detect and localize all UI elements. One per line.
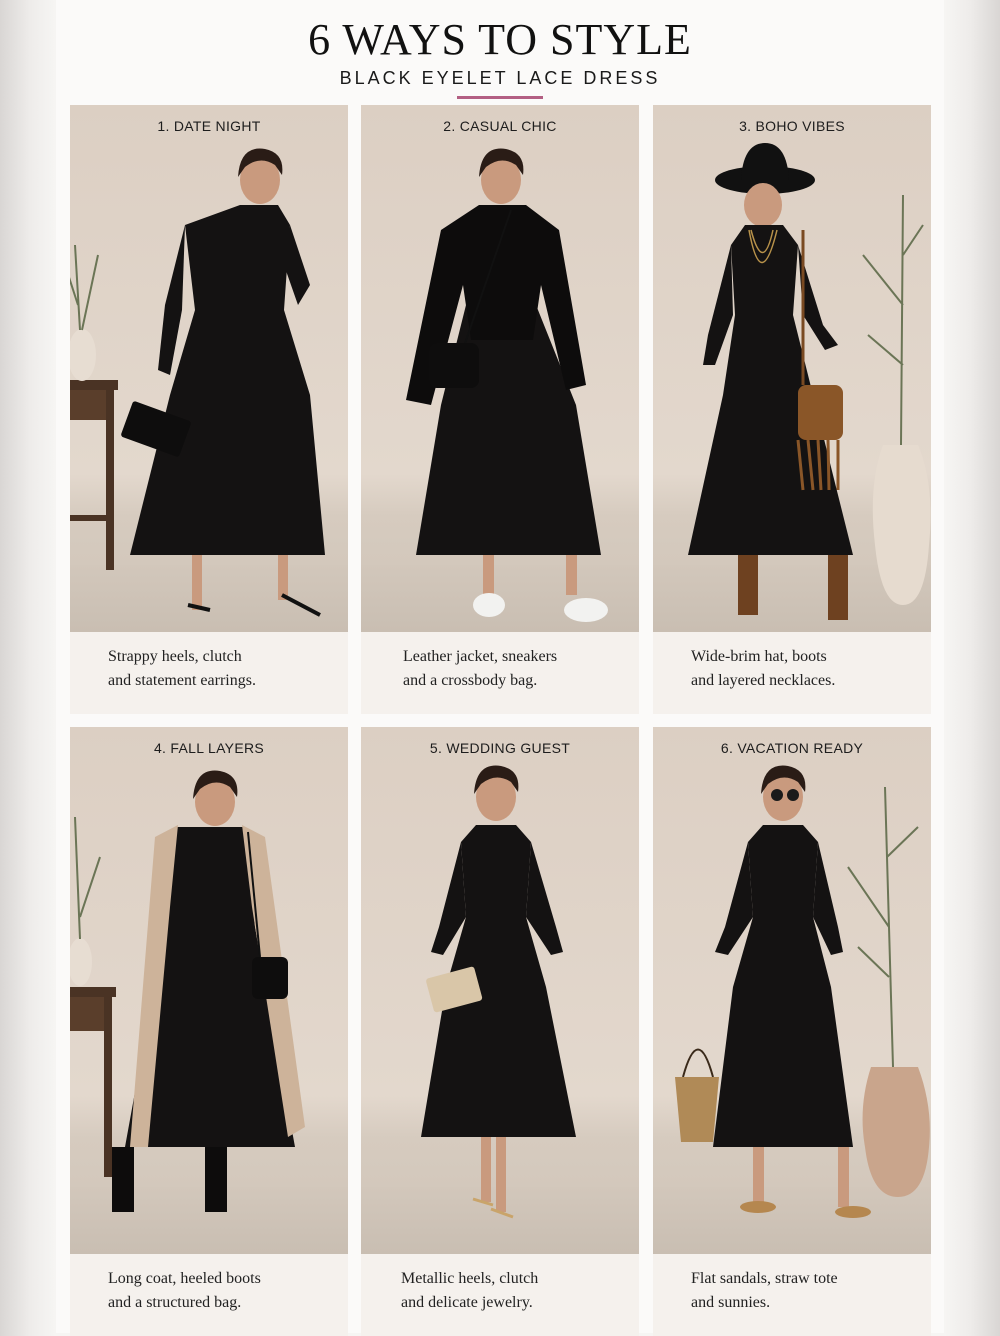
look-title: 2. CASUAL CHIC bbox=[443, 118, 557, 134]
look-card-fall-layers: 4. FALL LAYERS Long coat, heeled boots a… bbox=[70, 727, 348, 1336]
figure-fall-layers bbox=[70, 770, 305, 1212]
look-title: 6. VACATION READY bbox=[720, 740, 864, 756]
look-photo-casual-chic: 2. CASUAL CHIC bbox=[361, 105, 639, 632]
look-caption: Long coat, heeled boots and a structured… bbox=[108, 1270, 261, 1311]
look-card-boho-vibes: 3. BOHO VIBES Wide-brim hat, boots and l… bbox=[653, 105, 931, 714]
look-card-vacation-ready: 6. VACATION READY Flat sandals, straw to… bbox=[653, 727, 931, 1336]
figure-wedding-guest bbox=[421, 765, 576, 1219]
look-title: 5. WEDDING GUEST bbox=[429, 740, 571, 756]
look-photo-date-night: 1. DATE NIGHT bbox=[70, 105, 348, 632]
look-title: 4. FALL LAYERS bbox=[153, 740, 265, 756]
title-divider bbox=[457, 96, 543, 99]
look-caption: Metallic heels, clutch and delicate jewe… bbox=[401, 1270, 539, 1311]
look-photo-wedding-guest: 5. WEDDING GUEST bbox=[361, 727, 639, 1254]
page-subtitle: BLACK EYELET LACE DRESS bbox=[339, 68, 661, 88]
look-photo-fall-layers: 4. FALL LAYERS bbox=[70, 727, 348, 1254]
look-title: 1. DATE NIGHT bbox=[157, 118, 261, 134]
look-card-casual-chic: 2. CASUAL CHIC Leather jacket, sneakers … bbox=[361, 105, 639, 714]
figure-vacation-ready bbox=[675, 765, 930, 1218]
look-caption: Leather jacket, sneakers and a crossbody… bbox=[403, 648, 558, 689]
look-caption: Wide-brim hat, boots and layered necklac… bbox=[691, 648, 836, 689]
figure-boho-vibes bbox=[688, 143, 931, 620]
look-caption: Flat sandals, straw tote and sunnies. bbox=[691, 1270, 838, 1311]
look-photo-vacation-ready: 6. VACATION READY bbox=[653, 727, 931, 1254]
page-title: 6 WAYS TO STYLE bbox=[308, 15, 692, 64]
figure-date-night bbox=[70, 148, 325, 617]
look-card-wedding-guest: 5. WEDDING GUEST Metallic heels, clutch … bbox=[361, 727, 639, 1336]
figure-casual-chic bbox=[406, 148, 608, 622]
look-photo-boho-vibes: 3. BOHO VIBES bbox=[653, 105, 931, 632]
look-card-date-night: 1. DATE NIGHT Strappy heels, clutch and … bbox=[70, 105, 348, 714]
look-title: 3. BOHO VIBES bbox=[739, 118, 845, 134]
look-caption: Strappy heels, clutch and statement earr… bbox=[108, 648, 256, 689]
